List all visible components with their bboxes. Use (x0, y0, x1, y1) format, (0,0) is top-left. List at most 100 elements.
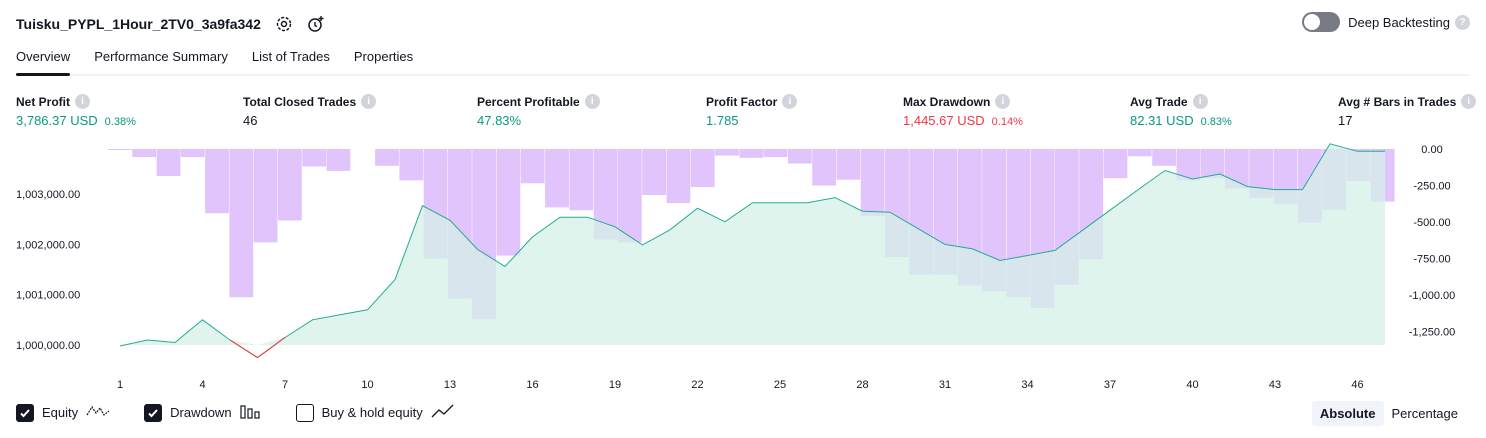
trend-line-icon (431, 403, 455, 422)
drawdown-bar (569, 149, 594, 211)
info-icon[interactable]: i (361, 94, 377, 109)
info-icon[interactable]: i (1461, 94, 1477, 109)
metric-label: Total Closed Trades (243, 94, 357, 109)
metric-label: Avg # Bars in Trades (1338, 94, 1457, 109)
drawdown-bar (666, 149, 691, 203)
metric-net-profit: Net Profit i 3,786.37 USD 0.38% (16, 94, 136, 128)
drawdown-bar (205, 149, 229, 214)
drawdown-bar (180, 149, 205, 157)
metric-value: 3,786.37 USD (16, 113, 98, 128)
checkbox-checked-icon[interactable] (16, 403, 34, 422)
x-axis-tick: 40 (1186, 379, 1198, 391)
chart-legend: Equity Drawdown Buy & hold equity (16, 403, 489, 422)
metric-value: 1,445.67 USD (903, 113, 985, 128)
drawdown-bar (132, 149, 157, 157)
metric-value: 17 (1338, 113, 1353, 128)
x-axis-tick: 37 (1104, 379, 1116, 391)
drawdown-bar (860, 149, 885, 217)
info-icon[interactable]: i (584, 94, 600, 109)
x-axis-tick: 28 (856, 379, 868, 391)
info-icon[interactable]: i (75, 94, 90, 109)
legend-equity[interactable]: Equity (16, 403, 110, 422)
y-axis-left-tick: 1,001,000.00 (16, 290, 80, 302)
legend-buy-hold[interactable]: Buy & hold equity (295, 403, 455, 422)
x-axis-tick: 10 (361, 379, 373, 391)
drawdown-bar (690, 149, 715, 187)
drawdown-bar (156, 149, 181, 176)
tab-overview[interactable]: Overview (16, 44, 71, 76)
info-icon[interactable]: i (782, 94, 798, 109)
drawdown-bar (617, 149, 642, 243)
checkbox-checked-icon[interactable] (144, 403, 163, 422)
drawdown-bar (253, 149, 278, 243)
y-axis-left-tick: 1,000,000.00 (16, 340, 80, 352)
mode-percentage-button[interactable]: Percentage (1384, 401, 1467, 426)
y-axis-right-tick: -1,000.00 (1409, 290, 1455, 302)
drawdown-bar (229, 149, 254, 298)
drawdown-bar (375, 149, 399, 166)
metric-value: 82.31 USD (1130, 113, 1194, 128)
toggle-knob (1304, 14, 1321, 30)
y-axis-left-tick: 1,003,000.00 (16, 189, 80, 201)
tab-properties[interactable]: Properties (354, 44, 413, 74)
mode-absolute-button[interactable]: Absolute (1311, 401, 1384, 426)
legend-drawdown[interactable]: Drawdown (144, 403, 261, 422)
drawdown-bar (520, 149, 545, 184)
equity-line-negative (257, 337, 286, 358)
metric-label: Percent Profitable (477, 94, 580, 109)
drawdown-bars-icon (239, 403, 262, 422)
legend-label: Drawdown (170, 405, 232, 420)
drawdown-bar (763, 149, 788, 157)
help-icon[interactable]: ? (1455, 14, 1470, 30)
metric-value: 46 (243, 113, 258, 128)
drawdown-bar (642, 149, 666, 195)
drawdown-bar (399, 149, 424, 181)
tab-performance-summary[interactable]: Performance Summary (94, 44, 228, 74)
metric-value: 1.785 (706, 113, 739, 128)
equity-line-icon (86, 403, 110, 422)
metric-percent: 0.38% (104, 116, 136, 128)
metric-max-drawdown: Max Drawdown i 1,445.67 USD 0.14% (903, 94, 1023, 128)
drawdown-bar (278, 149, 302, 221)
metric-label: Max Drawdown (903, 94, 991, 109)
x-axis-tick: 46 (1351, 379, 1363, 391)
legend-label: Buy & hold equity (321, 405, 423, 420)
x-axis-tick: 25 (774, 379, 786, 391)
x-axis-tick: 22 (691, 379, 703, 391)
y-axis-right-tick: -1,250.00 (1409, 327, 1455, 339)
drawdown-bar (302, 149, 327, 167)
info-icon[interactable]: i (1192, 94, 1208, 109)
y-axis-right-tick: -250.00 (1413, 181, 1450, 193)
metric-percent: 0.83% (1200, 116, 1232, 128)
drawdown-bar (812, 149, 836, 186)
checkbox-unchecked-icon[interactable] (295, 403, 314, 422)
x-axis-tick: 4 (199, 379, 205, 391)
x-axis-tick: 7 (282, 379, 288, 391)
drawdown-bar (1127, 149, 1152, 157)
metric-profit-factor: Profit Factor i 1.785 (706, 94, 798, 128)
y-axis-left-tick: 1,002,000.00 (16, 239, 80, 251)
drawdown-bar (836, 149, 861, 180)
metric-avg-trade: Avg Trade i 82.31 USD 0.83% (1130, 94, 1232, 128)
tab-bar: Overview Performance Summary List of Tra… (16, 44, 1470, 76)
y-axis-right-tick: -750.00 (1413, 254, 1450, 266)
metric-label: Avg Trade (1130, 94, 1188, 109)
drawdown-bar (545, 149, 569, 208)
y-axis-right-tick: -500.00 (1413, 217, 1450, 229)
strategy-header: Tuisku_PYPL_1Hour_2TV0_3a9fa342 (16, 10, 325, 38)
tab-list-of-trades[interactable]: List of Trades (252, 44, 330, 74)
x-axis-tick: 13 (444, 379, 456, 391)
drawdown-bar (1103, 149, 1128, 179)
add-alert-icon[interactable] (307, 15, 325, 33)
info-icon[interactable]: i (995, 94, 1011, 109)
x-axis-tick: 1 (117, 379, 123, 391)
strategy-title: Tuisku_PYPL_1Hour_2TV0_3a9fa342 (16, 16, 261, 32)
deep-backtesting-toggle[interactable] (1302, 12, 1341, 32)
deep-backtesting: Deep Backtesting ? (1302, 12, 1470, 32)
drawdown-bar (108, 149, 132, 150)
x-axis-tick: 16 (526, 379, 538, 391)
x-axis-tick: 19 (609, 379, 621, 391)
equity-drawdown-chart[interactable]: 1,000,000.00 1,001,000.00 1,002,000.00 1,00… (0, 140, 1486, 396)
gear-icon[interactable] (275, 15, 293, 33)
drawdown-bar (1152, 149, 1176, 166)
